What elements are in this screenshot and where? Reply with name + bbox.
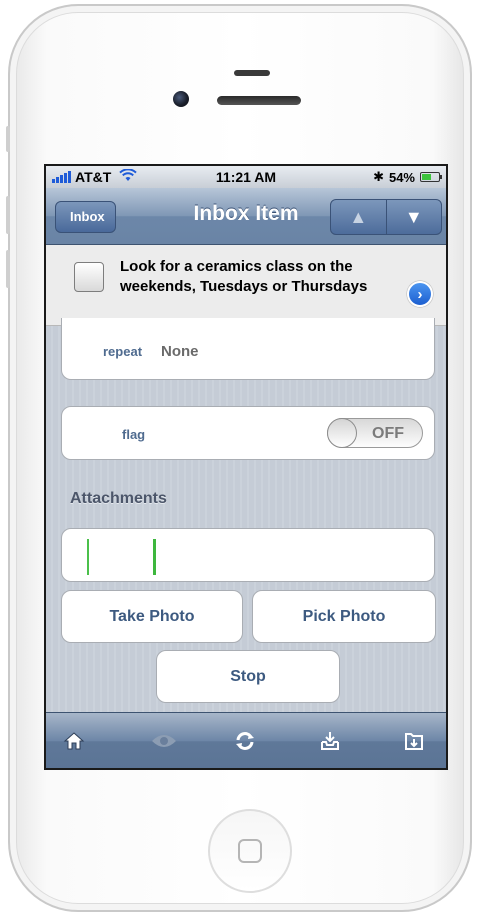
inbox-tray-icon[interactable] (314, 727, 346, 755)
item-navigator: ▲ ▼ (330, 199, 442, 235)
bluetooth-icon: ✱ (373, 169, 384, 184)
battery-icon (420, 172, 442, 182)
stop-button[interactable]: Stop (156, 650, 340, 703)
app-screen: AT&T 11:21 AM ✱ 54% Inbox Inbox Item ▲ ▼… (44, 164, 448, 770)
back-button-label: Inbox (70, 209, 105, 224)
pick-photo-button[interactable]: Pick Photo (252, 590, 436, 643)
status-bar: AT&T 11:21 AM ✱ 54% (46, 166, 446, 188)
task-header: Look for a ceramics class on the weekend… (46, 245, 446, 326)
detail-disclosure-button[interactable]: › (407, 281, 433, 307)
status-right: ✱ 54% (373, 169, 442, 185)
next-item-button[interactable]: ▼ (387, 200, 442, 234)
flag-toggle[interactable]: OFF (327, 418, 423, 448)
previous-item-button[interactable]: ▲ (331, 200, 387, 234)
task-complete-checkbox[interactable] (74, 262, 104, 292)
folder-icon[interactable] (398, 727, 430, 755)
repeat-row[interactable]: repeat None (61, 318, 435, 380)
bottom-toolbar (46, 712, 446, 768)
attachments-header: Attachments (70, 490, 167, 507)
earpiece-speaker (217, 96, 301, 105)
flag-row: flag OFF (61, 406, 435, 460)
down-arrow-icon: ▼ (404, 206, 423, 227)
page-title: Inbox Item (193, 202, 299, 225)
proximity-sensor (234, 70, 270, 76)
toggle-knob (327, 418, 357, 448)
task-title: Look for a ceramics class on the weekend… (120, 258, 368, 295)
attachments-area[interactable] (61, 528, 435, 582)
home-button[interactable] (208, 809, 292, 893)
repeat-value: None (161, 343, 199, 360)
front-camera (173, 91, 189, 107)
home-square-icon (238, 839, 262, 863)
mute-switch (6, 126, 10, 152)
flag-label: flag (122, 427, 146, 442)
home-icon[interactable] (58, 727, 90, 755)
battery-percent: 54% (388, 169, 415, 185)
sync-icon[interactable] (229, 727, 261, 755)
volume-down-button (6, 250, 10, 288)
repeat-label: repeat (103, 344, 143, 359)
audio-level-marker (87, 539, 89, 575)
eye-icon[interactable] (148, 727, 180, 755)
audio-level-marker (153, 539, 156, 575)
navigation-bar: Inbox Inbox Item ▲ ▼ (46, 188, 446, 245)
toggle-state: OFF (372, 425, 404, 442)
chevron-right-icon: › (417, 285, 423, 303)
take-photo-button[interactable]: Take Photo (61, 590, 243, 643)
up-arrow-icon: ▲ (349, 206, 368, 227)
back-button[interactable]: Inbox (55, 201, 116, 233)
volume-up-button (6, 196, 10, 234)
